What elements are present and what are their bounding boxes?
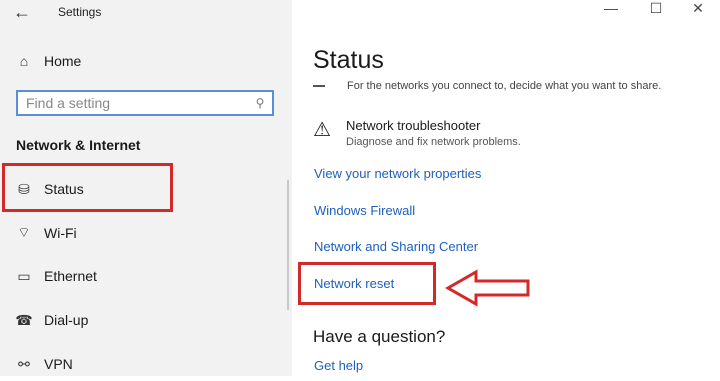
- sidebar-scrollbar[interactable]: [287, 180, 289, 310]
- view-network-properties-link[interactable]: View your network properties: [314, 166, 481, 181]
- troubleshooter-title: Network troubleshooter: [346, 118, 481, 133]
- windows-firewall-link[interactable]: Windows Firewall: [314, 203, 415, 218]
- status-highlight-box: [2, 163, 173, 212]
- search-placeholder[interactable]: Find a setting: [18, 95, 248, 111]
- sharing-icon: [313, 85, 325, 87]
- sharing-text: For the networks you connect to, decide …: [347, 80, 662, 92]
- window-title: Settings: [58, 5, 102, 19]
- sidebar-item-label: Ethernet: [44, 268, 97, 284]
- get-help-link[interactable]: Get help: [314, 358, 363, 373]
- sidebar: ← Settings ⌂ Home Find a setting ⚲ Netwo…: [0, 0, 292, 376]
- sidebar-item-wifi[interactable]: ⌔ Wi-Fi: [0, 216, 290, 250]
- close-icon[interactable]: ✕: [683, 0, 713, 17]
- question-heading: Have a question?: [313, 327, 446, 346]
- ethernet-icon: ▭: [17, 267, 31, 284]
- sidebar-item-label: Home: [44, 53, 82, 69]
- sidebar-item-dialup[interactable]: ☎ Dial-up: [0, 303, 290, 337]
- sidebar-item-label: Dial-up: [44, 312, 89, 328]
- network-sharing-center-link[interactable]: Network and Sharing Center: [314, 239, 478, 254]
- network-reset-highlight-box: [298, 262, 436, 305]
- wifi-icon: ⌔: [17, 224, 31, 240]
- page-title: Status: [313, 46, 384, 74]
- sharing-description: For the networks you connect to, decide …: [313, 78, 661, 94]
- sidebar-item-label: VPN: [44, 356, 73, 372]
- section-heading: Network & Internet: [16, 137, 141, 153]
- network-troubleshooter[interactable]: ⚠ Network troubleshooter Diagnose and fi…: [313, 118, 521, 148]
- sidebar-item-ethernet[interactable]: ▭ Ethernet: [0, 259, 290, 293]
- home-icon: ⌂: [19, 53, 29, 69]
- troubleshooter-text: Network troubleshooter Diagnose and fix …: [346, 118, 521, 148]
- pointer-arrow-icon: [444, 269, 530, 307]
- vpn-icon: ⚯: [18, 355, 30, 372]
- search-input[interactable]: Find a setting ⚲: [16, 90, 274, 116]
- search-icon[interactable]: ⚲: [248, 96, 272, 110]
- phone-icon: ☎: [15, 311, 33, 328]
- warning-icon: ⚠: [313, 119, 331, 141]
- troubleshooter-subtitle: Diagnose and fix network problems.: [346, 136, 521, 148]
- sidebar-item-label: Wi-Fi: [44, 225, 77, 241]
- maximize-icon[interactable]: ☐: [641, 0, 671, 17]
- minimize-icon[interactable]: —: [596, 0, 626, 16]
- sidebar-item-home[interactable]: ⌂ Home: [0, 44, 290, 78]
- back-arrow-icon[interactable]: ←: [12, 2, 32, 23]
